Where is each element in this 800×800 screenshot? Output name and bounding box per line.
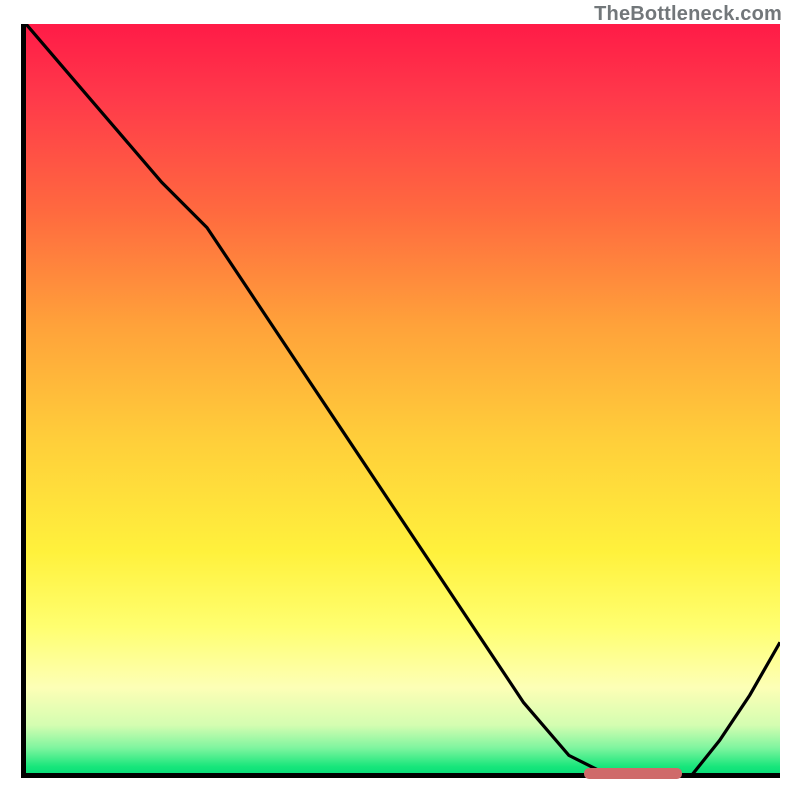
optimal-range-marker [584,768,682,779]
attribution-text: TheBottleneck.com [594,3,782,26]
plot-area [26,24,780,778]
chart-frame: TheBottleneck.com [0,0,800,800]
y-axis [21,24,26,778]
